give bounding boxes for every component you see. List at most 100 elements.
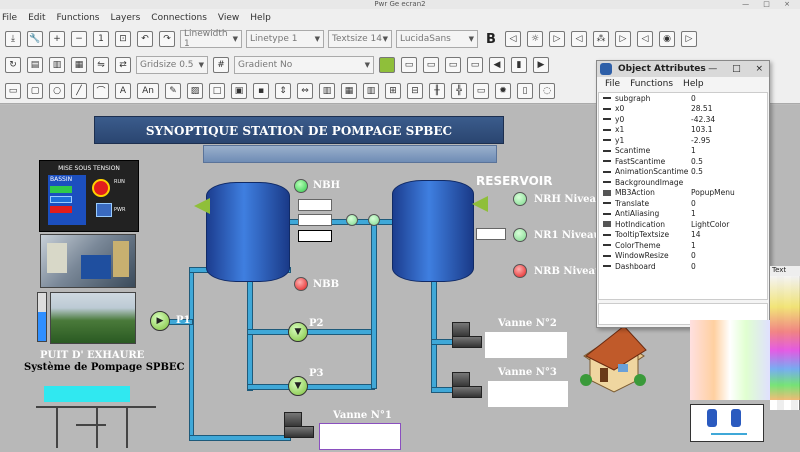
gear-icon[interactable]: ✹ xyxy=(495,82,511,99)
attribute-row[interactable]: MB3Action PopupMenu xyxy=(599,188,767,199)
oa-menu-functions[interactable]: Functions xyxy=(630,79,673,89)
forward-icon[interactable]: ▷ xyxy=(615,31,631,47)
attribute-row[interactable]: TooltipTextsize 14 xyxy=(599,230,767,241)
attribute-row[interactable]: y0 -42.34 xyxy=(599,114,767,125)
attribute-row[interactable]: AnimationScantime 0.5 xyxy=(599,167,767,178)
attribute-row[interactable]: Dashboard 0 xyxy=(599,261,767,272)
shadow-tool-icon[interactable]: ▣ xyxy=(231,82,247,99)
rectangle-tool-icon[interactable]: ▭ xyxy=(5,82,21,99)
align-left-icon[interactable]: ▥ xyxy=(49,57,65,73)
save-icon[interactable]: ⤓ xyxy=(5,31,21,47)
menu-functions[interactable]: Functions xyxy=(57,13,100,23)
pump-p1[interactable]: ▶ xyxy=(150,311,170,331)
cylinder-icon[interactable]: ▯ xyxy=(517,82,533,99)
text-sample-icon[interactable]: An xyxy=(137,82,159,99)
font-select[interactable]: LucidaSans ▼ xyxy=(396,30,478,48)
attribute-row[interactable]: AntiAliasing 1 xyxy=(599,209,767,220)
bars-icon[interactable]: ▦ xyxy=(341,82,357,99)
rounded-rect-tool-icon[interactable]: ▢ xyxy=(27,82,43,99)
emergency-stop-button[interactable] xyxy=(92,179,110,197)
panel-red-button[interactable] xyxy=(50,206,72,213)
align-h-icon[interactable]: ⇔ xyxy=(297,82,313,99)
menu-file[interactable]: File xyxy=(2,13,17,23)
arrow-left-brown-icon[interactable]: ◀ xyxy=(489,57,505,73)
fill-tool-icon[interactable]: ▨ xyxy=(187,82,203,99)
oa-menu-help[interactable]: Help xyxy=(683,79,704,89)
palette-swatches-left[interactable] xyxy=(690,320,770,400)
level-field-2[interactable] xyxy=(298,214,332,226)
panel-switch[interactable] xyxy=(96,203,112,217)
button-tool-icon[interactable]: ▭ xyxy=(473,82,489,99)
circle-tool-icon[interactable]: ○ xyxy=(49,82,65,99)
grid-icon[interactable]: # xyxy=(213,57,229,73)
attribute-row[interactable]: ColorTheme 1 xyxy=(599,240,767,251)
menu-view[interactable]: View xyxy=(218,13,239,23)
shape-4-icon[interactable]: ▭ xyxy=(467,57,483,73)
connect-icon[interactable]: ⇄ xyxy=(115,57,131,73)
vanne2-field[interactable] xyxy=(485,332,567,358)
vanne3-field[interactable] xyxy=(488,381,568,407)
window-controls[interactable]: — □ × xyxy=(708,64,769,74)
shape-2-icon[interactable]: ▭ xyxy=(423,57,439,73)
tank-bassin[interactable] xyxy=(206,182,290,282)
bulb-icon[interactable]: ◌ xyxy=(539,82,555,99)
attribute-row[interactable]: y1 -2.95 xyxy=(599,135,767,146)
menu-layers[interactable]: Layers xyxy=(110,13,140,23)
pencil-icon[interactable]: ✎ xyxy=(165,82,181,99)
menu-edit[interactable]: Edit xyxy=(28,13,45,23)
back-icon[interactable]: ◁ xyxy=(571,31,587,47)
attribute-row[interactable]: x0 28.51 xyxy=(599,104,767,115)
border-tool-icon[interactable]: □ xyxy=(209,82,225,99)
text-tool-icon[interactable]: A xyxy=(115,82,131,99)
fill-color-icon[interactable] xyxy=(379,57,395,73)
wrench-icon[interactable]: 🔧 xyxy=(27,31,43,47)
mirror-icon[interactable]: ⇋ xyxy=(93,57,109,73)
sun-icon[interactable]: ☼ xyxy=(527,31,543,47)
redo-icon[interactable]: ↷ xyxy=(159,31,175,47)
minimap[interactable] xyxy=(690,404,764,442)
grid-tool-icon[interactable]: ⊞ xyxy=(385,82,401,99)
menu-help[interactable]: Help xyxy=(250,13,271,23)
undo-icon[interactable]: ↶ xyxy=(137,31,153,47)
chart-icon[interactable]: ▥ xyxy=(363,82,379,99)
pump-p2[interactable]: ▼ xyxy=(288,322,308,342)
palette-swatches[interactable] xyxy=(770,276,800,400)
menu-connections[interactable]: Connections xyxy=(151,13,207,23)
arrow-right-brown-icon[interactable]: ▶ xyxy=(533,57,549,73)
level-field-3[interactable] xyxy=(298,230,332,242)
rotate-icon[interactable]: ↻ xyxy=(5,57,21,73)
split-icon[interactable]: ▮ xyxy=(511,57,527,73)
oa-menu-file[interactable]: File xyxy=(605,79,620,89)
rake-tool-icon[interactable]: ╬ xyxy=(451,82,467,99)
align-top-icon[interactable]: ▤ xyxy=(27,57,43,73)
zoom-out-icon[interactable]: − xyxy=(71,31,87,47)
comb-tool-icon[interactable]: ╫ xyxy=(429,82,445,99)
panel-blue-button[interactable] xyxy=(50,196,72,203)
linewidth-select[interactable]: Linewidth 1 ▼ xyxy=(180,29,242,49)
triangle-left-icon[interactable]: ◁ xyxy=(505,31,521,47)
color-red-icon[interactable]: ▪ xyxy=(253,82,269,99)
attribute-row[interactable]: subgraph 0 xyxy=(599,93,767,104)
window-controls[interactable]: — □ × xyxy=(742,0,796,9)
attribute-row[interactable]: HotIndication LightColor xyxy=(599,219,767,230)
zoom-reset-icon[interactable]: 1 xyxy=(93,31,109,47)
align-center-icon[interactable]: ▦ xyxy=(71,57,87,73)
textsize-select[interactable]: Textsize 14 ▼ xyxy=(328,30,392,48)
reservoir-value-field[interactable] xyxy=(476,228,506,240)
table-tool-icon[interactable]: ⊟ xyxy=(407,82,423,99)
polyline-tool-icon[interactable]: ⌒ xyxy=(93,82,109,99)
attribute-row[interactable]: x1 103.1 xyxy=(599,125,767,136)
object-attributes-titlebar[interactable]: Object Attributes — □ × xyxy=(597,61,769,77)
attribute-row[interactable]: FastScantime 0.5 xyxy=(599,156,767,167)
gridsize-select[interactable]: Gridsize 0.5 ▼ xyxy=(136,56,208,74)
attribute-row[interactable]: BackgroundImage xyxy=(599,177,767,188)
tank-reservoir[interactable] xyxy=(392,180,474,282)
back2-icon[interactable]: ◁ xyxy=(637,31,653,47)
distribute-icon[interactable]: ▥ xyxy=(319,82,335,99)
level-field-1[interactable] xyxy=(298,199,332,211)
line-tool-icon[interactable]: ╱ xyxy=(71,82,87,99)
attribute-row[interactable]: Scantime 1 xyxy=(599,146,767,157)
align-v-icon[interactable]: ⇕ xyxy=(275,82,291,99)
zoom-fit-icon[interactable]: ⊡ xyxy=(115,31,131,47)
zoom-in-icon[interactable]: + xyxy=(49,31,65,47)
